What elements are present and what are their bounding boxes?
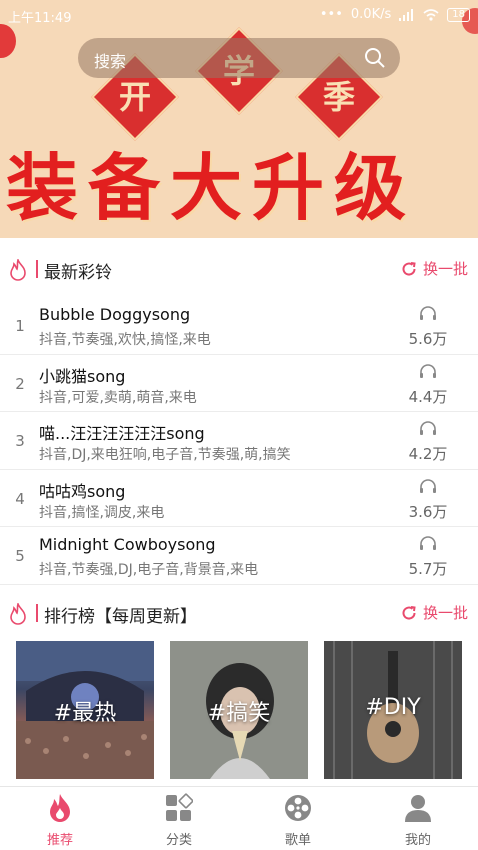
status-bar: 上午11:49 ••• 0.0K/s 18 [0,0,478,30]
headphones-icon [420,536,436,551]
song-tags: 抖音,节奏强,DJ,电子音,背景音,来电 [39,562,259,579]
list-item[interactable]: 2 小跳猫song 抖音,可爱,卖萌,萌音,来电 4.4万 [0,355,478,413]
song-name: 咕咕鸡song [39,481,126,501]
song-index: 2 [15,374,25,393]
signal-icon [399,8,414,21]
bottom-nav: 推荐 分类 歌单 我的 [0,786,478,850]
section-title: 排行榜【每周更新】 [44,607,197,627]
film-reel-icon [285,795,311,821]
refresh-icon [402,261,416,276]
user-icon [405,795,431,822]
section-divider [36,260,38,278]
song-tags: 抖音,可爱,卖萌,萌音,来电 [39,389,197,406]
song-tags: 抖音,DJ,来电狂响,电子音,节奏强,萌,搞笑 [39,447,291,464]
status-time: 上午11:49 [8,11,72,26]
refresh-label: 换一批 [422,604,468,622]
song-name: 喵...汪汪汪汪汪汪song [39,424,205,444]
play-count: 4.2万 [408,445,448,464]
list-item[interactable]: 3 喵...汪汪汪汪汪汪song 抖音,DJ,来电狂响,电子音,节奏强,萌,搞笑… [0,412,478,470]
song-name: Midnight Cowboysong [39,535,216,555]
song-name: 小跳猫song [39,366,126,386]
headphones-icon [420,421,436,436]
flame-icon [10,603,26,625]
song-index: 5 [15,547,25,566]
play-count: 4.4万 [408,387,448,406]
headphones-icon [420,363,436,378]
nav-label: 我的 [404,833,431,848]
refresh-button[interactable]: 换一批 [401,602,468,623]
flame-icon [10,259,26,281]
search-bar[interactable]: 搜索 [78,38,400,78]
flame-icon [50,794,70,822]
refresh-label: 换一批 [422,260,468,278]
section-header-new-ringtones: 最新彩铃 换一批 [0,249,478,289]
nav-label: 分类 [165,833,192,848]
more-dots-icon: ••• [319,7,343,22]
section-title: 最新彩铃 [44,263,112,283]
nav-label: 推荐 [46,833,73,848]
status-indicators: ••• 0.0K/s 18 [320,7,470,22]
nav-item-mine[interactable]: 我的 [378,793,458,848]
nav-label: 歌单 [284,833,311,848]
ranking-cards: #最热 #搞笑 #DIY [16,641,462,779]
play-count: 3.6万 [408,502,448,521]
wifi-icon [423,8,439,21]
search-icon[interactable] [364,47,386,69]
rank-card-funny[interactable]: #搞笑 [170,641,308,779]
app-screen: 上午11:49 ••• 0.0K/s 18 开 学 季 搜索 装备大升级 最新彩… [0,0,478,850]
song-tags: 抖音,节奏强,欢快,搞怪,来电 [39,332,211,348]
battery-icon: 18 [447,7,470,22]
song-name: Bubble Doggysong [39,305,191,324]
list-item[interactable]: 1 Bubble Doggysong 抖音,节奏强,欢快,搞怪,来电 5.6万 [0,297,478,355]
rank-card-label: #最热 [53,701,117,726]
headphones-icon [420,478,436,493]
section-divider [36,604,38,622]
headphones-icon [420,306,436,320]
refresh-button[interactable]: 换一批 [401,258,468,279]
list-item[interactable]: 5 Midnight Cowboysong 抖音,节奏强,DJ,电子音,背景音,… [0,527,478,585]
section-header-ranking: 排行榜【每周更新】 换一批 [0,593,478,633]
banner-headline: 装备大升级 [6,145,417,230]
rank-card-diy[interactable]: #DIY [324,641,462,779]
song-index: 1 [15,317,25,335]
nav-item-recommend[interactable]: 推荐 [20,793,100,848]
ringtone-list: 1 Bubble Doggysong 抖音,节奏强,欢快,搞怪,来电 5.6万 … [0,297,478,585]
list-item[interactable]: 4 咕咕鸡song 抖音,搞怪,调皮,来电 3.6万 [0,470,478,528]
rank-card-label: #搞笑 [207,701,271,726]
search-placeholder: 搜索 [94,52,127,71]
rank-card-hot[interactable]: #最热 [16,641,154,779]
song-tags: 抖音,搞怪,调皮,来电 [39,504,165,521]
refresh-icon [402,605,416,620]
nav-item-playlist[interactable]: 歌单 [258,793,338,848]
category-icon [166,793,194,821]
song-index: 4 [15,489,25,508]
play-count: 5.7万 [408,560,448,579]
promo-banner[interactable]: 上午11:49 ••• 0.0K/s 18 开 学 季 搜索 装备大升级 [0,0,478,238]
network-speed: 0.0K/s [350,7,392,22]
nav-item-category[interactable]: 分类 [139,793,219,848]
rank-card-label: #DIY [365,695,421,720]
song-index: 3 [15,432,25,451]
play-count: 5.6万 [408,330,448,348]
